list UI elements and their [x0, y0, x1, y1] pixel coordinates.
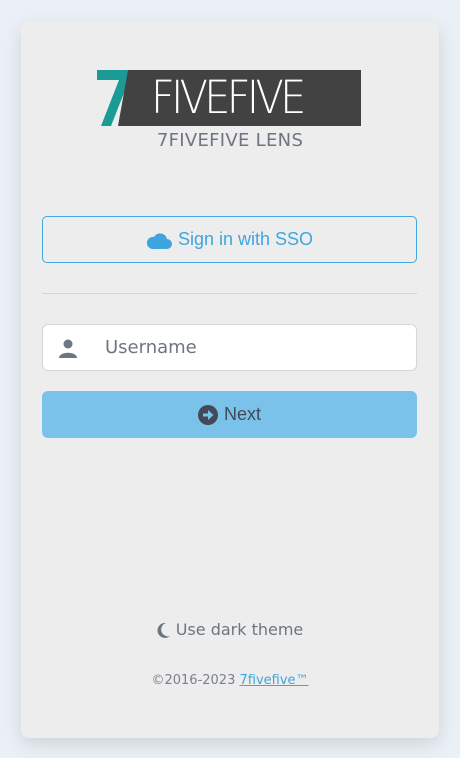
login-card: FIVEFIVE 7FIVEFIVE LENS Sign in with SSO…	[21, 22, 439, 738]
moon-icon	[157, 622, 170, 638]
next-button-label: Next	[223, 404, 261, 424]
footer: ©2016-2023 7fivefive™	[21, 673, 439, 688]
dark-theme-toggle[interactable]: Use dark theme	[21, 620, 439, 639]
divider	[42, 293, 417, 294]
user-icon	[59, 339, 77, 358]
app-name: 7FIVEFIVE LENS	[156, 130, 304, 151]
sso-sign-in-button[interactable]: Sign in with SSO	[42, 216, 417, 263]
username-field[interactable]	[42, 324, 417, 371]
arrow-circle-right-icon	[197, 404, 218, 425]
theme-toggle-label: Use dark theme	[175, 620, 304, 639]
username-input[interactable]	[105, 325, 405, 370]
brand-logo: FIVEFIVE	[97, 70, 361, 126]
sso-button-label: Sign in with SSO	[177, 229, 314, 249]
cloud-icon	[146, 232, 172, 249]
next-button[interactable]: Next	[42, 391, 417, 438]
logo-wordmark: FIVEFIVE	[151, 71, 306, 124]
copyright-text: ©2016-2023	[151, 673, 236, 688]
company-link[interactable]: 7fivefive™	[239, 673, 308, 688]
logo-wordmark-box: FIVEFIVE	[118, 70, 361, 126]
